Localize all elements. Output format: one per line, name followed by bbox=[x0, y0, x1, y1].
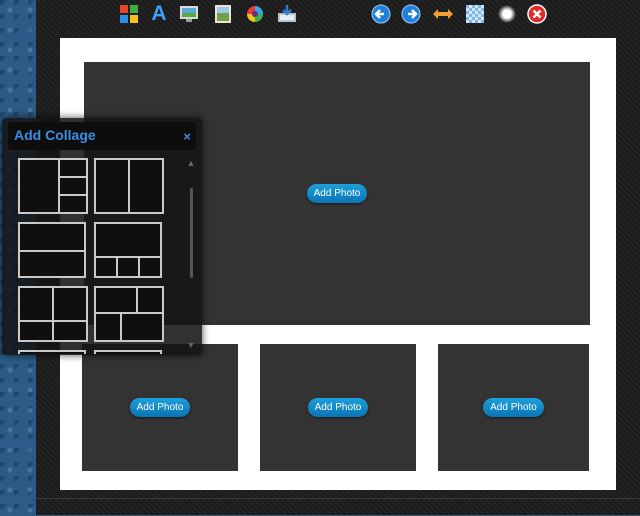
layout-thumb[interactable] bbox=[18, 158, 88, 214]
add-collage-panel: Add Collage × ▲ ▼ bbox=[2, 118, 202, 355]
layout-thumb[interactable] bbox=[94, 158, 164, 214]
scroll-thumb[interactable] bbox=[190, 188, 193, 278]
redo-icon[interactable] bbox=[400, 3, 422, 25]
scroll-up-icon[interactable]: ▲ bbox=[186, 158, 196, 168]
image-icon[interactable] bbox=[212, 3, 234, 25]
photo-slot-bottom-right[interactable]: Add Photo bbox=[438, 344, 589, 471]
photo-slot-bottom-left[interactable]: Add Photo bbox=[82, 344, 238, 471]
panel-header: Add Collage × bbox=[8, 122, 196, 150]
layout-thumb[interactable] bbox=[18, 350, 86, 354]
photo-slot-bottom-center[interactable]: Add Photo bbox=[260, 344, 416, 471]
status-bar bbox=[36, 498, 640, 516]
glow-icon[interactable] bbox=[496, 3, 518, 25]
layout-grid bbox=[18, 158, 168, 354]
background-icon[interactable] bbox=[178, 3, 200, 25]
layout-thumb[interactable] bbox=[18, 222, 86, 278]
layout-thumb[interactable] bbox=[18, 286, 88, 342]
swap-icon[interactable] bbox=[432, 3, 454, 25]
add-photo-button[interactable]: Add Photo bbox=[483, 398, 544, 417]
add-photo-button[interactable]: Add Photo bbox=[129, 398, 191, 417]
panel-title: Add Collage bbox=[14, 127, 96, 143]
layout-scrollbar[interactable]: ▲ ▼ bbox=[186, 158, 196, 354]
panel-close-button[interactable]: × bbox=[183, 129, 191, 144]
layout-thumb[interactable] bbox=[94, 350, 162, 354]
text-icon[interactable]: A bbox=[148, 2, 170, 25]
layout-thumb[interactable] bbox=[94, 286, 164, 342]
toolbar: A bbox=[36, 0, 640, 28]
undo-icon[interactable] bbox=[370, 3, 392, 25]
color-wheel-icon[interactable] bbox=[244, 3, 266, 25]
add-photo-button[interactable]: Add Photo bbox=[306, 184, 368, 203]
layout-colors-icon[interactable] bbox=[118, 3, 140, 25]
transparency-icon[interactable] bbox=[464, 3, 486, 25]
scroll-down-icon[interactable]: ▼ bbox=[186, 340, 196, 350]
layout-thumb[interactable] bbox=[94, 222, 162, 278]
close-icon[interactable] bbox=[526, 3, 548, 25]
add-photo-button[interactable]: Add Photo bbox=[307, 398, 369, 417]
save-icon[interactable] bbox=[276, 3, 298, 25]
